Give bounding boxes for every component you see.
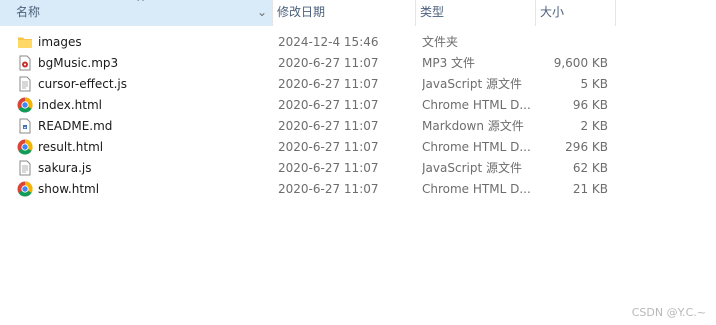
chrome-icon: [17, 97, 33, 113]
column-header-size-label: 大小: [540, 5, 565, 19]
file-type: Chrome HTML D...: [422, 140, 531, 154]
js-file-icon: [19, 76, 31, 92]
file-date: 2024-12-4 15:46: [278, 35, 379, 49]
file-size: 21 KB: [572, 182, 608, 196]
watermark-text: CSDN @Y.C.~: [631, 306, 706, 319]
file-row-result[interactable]: result.html 2020-6-27 11:07 Chrome HTML …: [0, 137, 716, 158]
file-row-show[interactable]: show.html 2020-6-27 11:07 Chrome HTML D.…: [0, 179, 716, 200]
file-row-sakura[interactable]: sakura.js 2020-6-27 11:07 JavaScript 源文件…: [0, 158, 716, 179]
mp3-file-icon: [19, 55, 31, 71]
file-date: 2020-6-27 11:07: [278, 140, 379, 154]
file-date: 2020-6-27 11:07: [278, 56, 379, 70]
column-header-name-label: 名称: [16, 5, 41, 19]
file-name: show.html: [38, 182, 100, 196]
file-name: index.html: [38, 98, 102, 112]
column-divider[interactable]: [615, 0, 616, 26]
file-row-index[interactable]: index.html 2020-6-27 11:07 Chrome HTML D…: [0, 95, 716, 116]
file-name: images: [38, 35, 82, 49]
markdown-file-icon: [19, 118, 31, 134]
file-size: 5 KB: [580, 77, 608, 91]
chrome-icon: [17, 181, 33, 197]
file-size: 9,600 KB: [553, 56, 608, 70]
file-size: 2 KB: [580, 119, 608, 133]
file-date: 2020-6-27 11:07: [278, 182, 379, 196]
file-date: 2020-6-27 11:07: [278, 98, 379, 112]
file-date: 2020-6-27 11:07: [278, 77, 379, 91]
file-row-bgmusic[interactable]: bgMusic.mp3 2020-6-27 11:07 MP3 文件 9,600…: [0, 53, 716, 74]
file-type: JavaScript 源文件: [422, 77, 522, 91]
file-date: 2020-6-27 11:07: [278, 161, 379, 175]
folder-icon: [18, 37, 32, 48]
chevron-down-icon[interactable]: ⌄: [257, 0, 267, 24]
chrome-icon: [17, 139, 33, 155]
file-name: README.md: [38, 119, 113, 133]
file-size: 296 KB: [565, 140, 608, 154]
file-type: MP3 文件: [422, 56, 476, 70]
file-type: Chrome HTML D...: [422, 98, 531, 112]
file-size: 96 KB: [572, 98, 608, 112]
column-header-size[interactable]: 大小: [536, 0, 616, 26]
file-name: result.html: [38, 140, 104, 154]
column-header-bar: 名称 ^ ⌄ 修改日期 类型 大小: [0, 0, 716, 26]
file-size: [540, 32, 608, 53]
file-type: JavaScript 源文件: [422, 161, 522, 175]
column-header-type[interactable]: 类型: [416, 0, 535, 26]
js-file-icon: [19, 160, 31, 176]
file-size: 62 KB: [572, 161, 608, 175]
sort-ascending-icon: ^: [136, 0, 146, 9]
file-row-cursor-effect[interactable]: cursor-effect.js 2020-6-27 11:07 JavaScr…: [0, 74, 716, 95]
file-name: cursor-effect.js: [38, 77, 127, 91]
file-row-images[interactable]: images 2024-12-4 15:46 文件夹: [0, 32, 716, 53]
file-name: sakura.js: [38, 161, 92, 175]
column-header-date-label: 修改日期: [277, 5, 326, 19]
column-header-type-label: 类型: [420, 5, 445, 19]
file-name: bgMusic.mp3: [38, 56, 119, 70]
file-type: 文件夹: [422, 35, 459, 49]
file-date: 2020-6-27 11:07: [278, 119, 379, 133]
column-header-date[interactable]: 修改日期: [273, 0, 415, 26]
file-type: Markdown 源文件: [422, 119, 524, 133]
file-row-readme[interactable]: README.md 2020-6-27 11:07 Markdown 源文件 2…: [0, 116, 716, 137]
file-type: Chrome HTML D...: [422, 182, 531, 196]
